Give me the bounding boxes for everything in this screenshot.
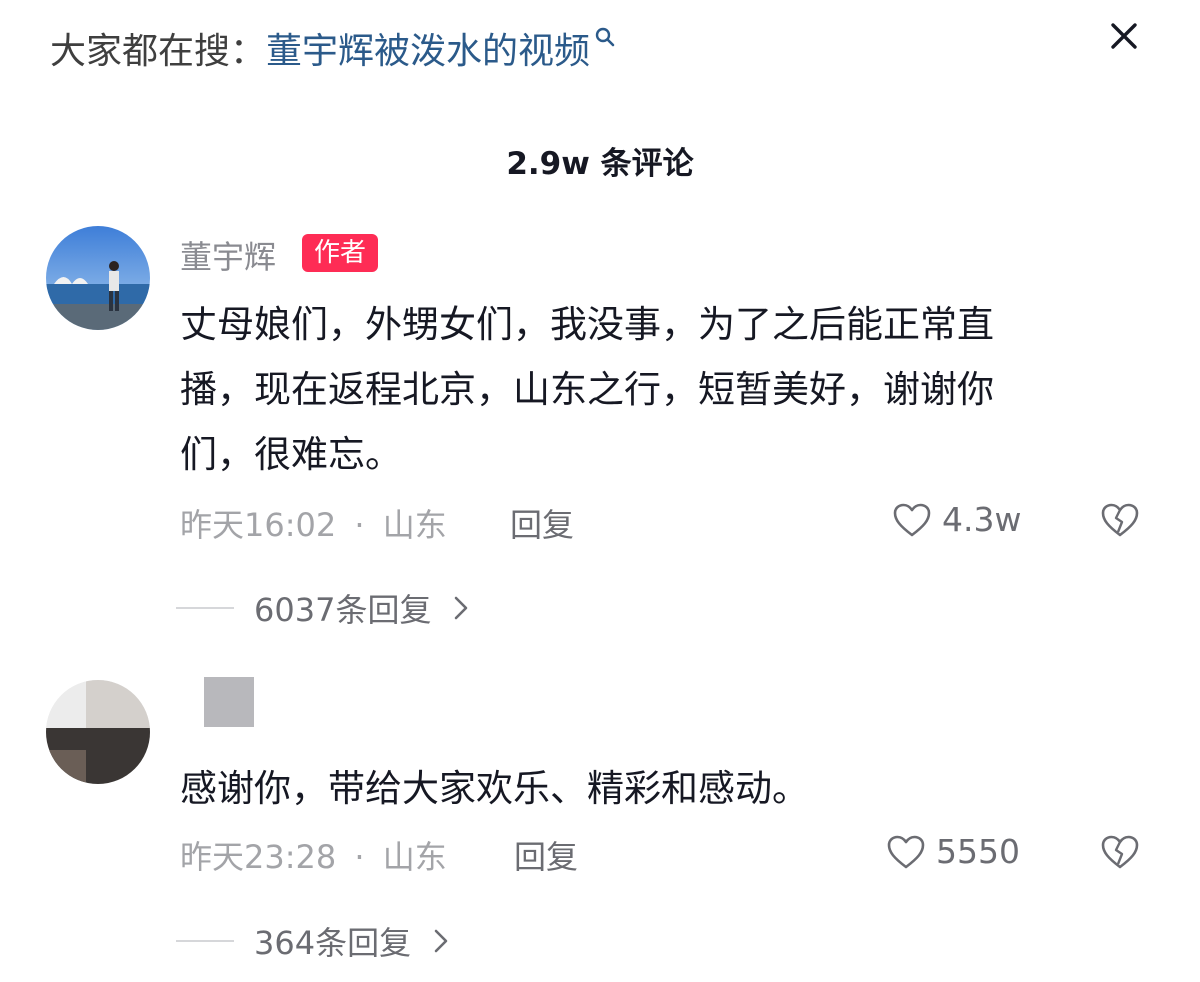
username-redacted — [204, 677, 254, 727]
like-count: 5550 — [936, 832, 1020, 871]
search-prefix-label: 大家都在搜： — [50, 31, 267, 72]
view-replies-button[interactable]: 6037条回复 — [176, 585, 471, 631]
broken-heart-icon — [1101, 503, 1139, 537]
comment-time: 昨天23:28 — [180, 838, 337, 876]
comment-meta: 昨天23:28 · 山东 — [180, 832, 447, 878]
comment-text: 感谢你，带给大家欢乐、精彩和感动。 — [180, 756, 1140, 821]
comment-text: 丈母娘们，外甥女们，我没事，为了之后能正常直 播，现在返程北京，山东之行，短暂美… — [180, 292, 1140, 487]
dislike-button[interactable] — [1100, 502, 1140, 542]
like-button[interactable]: 5550 — [886, 832, 1020, 871]
comment-line: 播，现在返程北京，山东之行，短暂美好，谢谢你 — [180, 368, 994, 411]
avatar-photo — [46, 680, 150, 784]
comment-location: 山东 — [382, 838, 447, 876]
dislike-button[interactable] — [1100, 834, 1140, 874]
replies-count: 6037条回复 — [254, 591, 432, 629]
comment-location: 山东 — [382, 506, 447, 544]
like-button[interactable]: 4.3w — [892, 500, 1021, 539]
heart-icon — [893, 503, 931, 536]
comment-line: 们，很难忘。 — [180, 433, 402, 476]
comment-time: 昨天16:02 — [180, 506, 337, 544]
comment-line: 感谢你，带给大家欢乐、精彩和感动。 — [180, 767, 809, 810]
chevron-right-icon — [455, 596, 468, 620]
replies-count: 364条回复 — [254, 924, 412, 962]
search-suggestion-bar[interactable]: 大家都在搜： 董宇辉被泼水的视频 — [50, 20, 616, 76]
username[interactable]: 董宇辉 — [180, 232, 276, 278]
author-badge: 作者 — [302, 234, 379, 272]
reply-button[interactable]: 回复 — [514, 832, 578, 878]
chevron-right-icon — [434, 929, 448, 953]
view-replies-button[interactable]: 364条回复 — [176, 918, 451, 964]
meta-separator: · — [354, 506, 365, 544]
comment-count-title: 2.9w 条评论 — [506, 146, 694, 182]
broken-heart-icon — [1101, 835, 1139, 869]
like-count: 4.3w — [942, 500, 1022, 539]
meta-separator: · — [354, 838, 365, 876]
search-icon — [595, 27, 615, 47]
comment-line: 丈母娘们，外甥女们，我没事，为了之后能正常直 — [180, 303, 994, 346]
reply-button[interactable]: 回复 — [510, 500, 574, 546]
search-term-link[interactable]: 董宇辉被泼水的视频 — [266, 22, 590, 74]
divider-line — [176, 607, 234, 609]
divider-line — [176, 940, 234, 942]
avatar[interactable] — [46, 680, 150, 784]
comment-meta: 昨天16:02 · 山东 — [180, 500, 447, 546]
avatar[interactable] — [46, 226, 150, 330]
heart-icon — [887, 835, 925, 868]
close-icon — [1111, 23, 1137, 49]
close-button[interactable] — [1102, 14, 1146, 58]
avatar-photo — [46, 226, 150, 330]
